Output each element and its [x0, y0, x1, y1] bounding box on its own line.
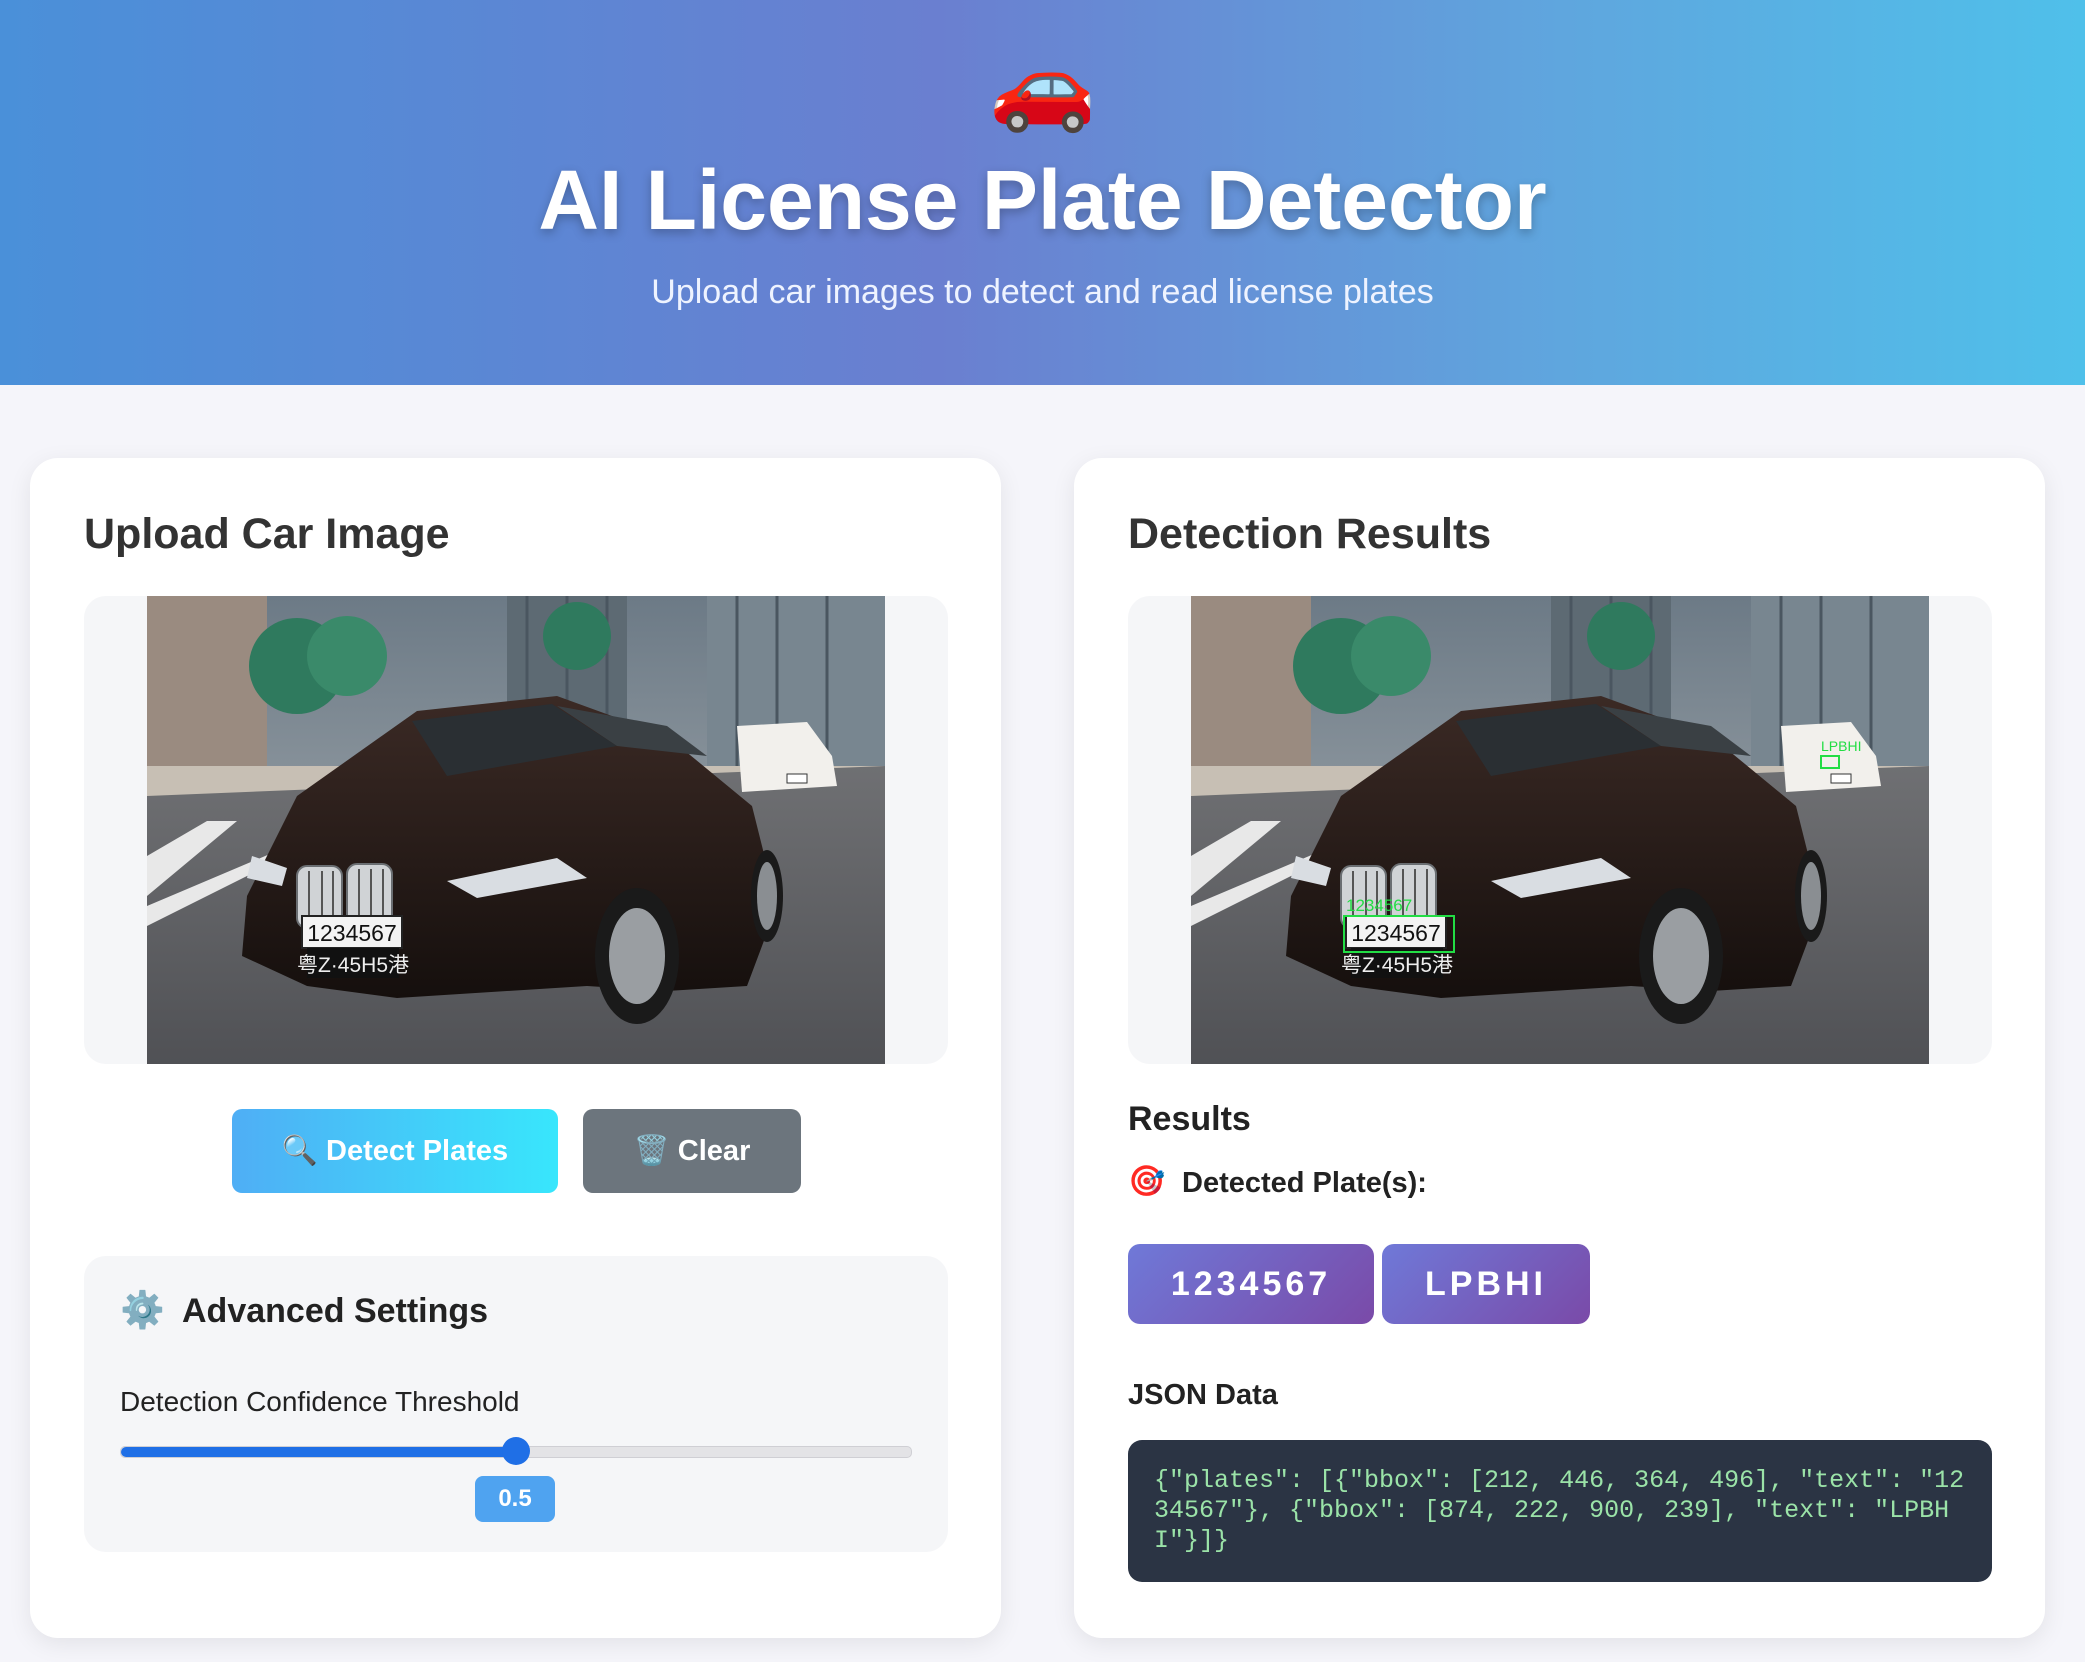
target-icon: 🎯	[1128, 1165, 1166, 1198]
slider-fill	[121, 1447, 516, 1457]
advanced-settings-panel: ⚙️ Advanced Settings Detection Confidenc…	[84, 1256, 948, 1552]
detected-plates-label: Detected Plate(s):	[1182, 1167, 1427, 1199]
json-data-title: JSON Data	[1128, 1379, 1278, 1411]
annotated-plate-sub-text: 粤Z·45H5港	[1341, 954, 1453, 977]
results-card-title: Detection Results	[1128, 510, 1492, 558]
gear-icon: ⚙️	[120, 1289, 165, 1330]
uploaded-car-image: 1234567 粤Z·45H5港	[147, 596, 885, 1064]
plate-main-text: 1234567	[307, 920, 397, 946]
detection-label-2: LPBHI	[1821, 738, 1861, 754]
confidence-threshold-label: Detection Confidence Threshold	[120, 1386, 520, 1417]
plate-main-sub-text: 粤Z·45H5港	[297, 954, 409, 977]
image-dropzone[interactable]: 1234567 粤Z·45H5港	[84, 596, 948, 1064]
upload-title: Upload Car Image	[84, 510, 450, 558]
upload-card: Upload Car Image 1234567 粤Z·45H5港 🔍 Dete…	[30, 458, 1001, 1638]
annotated-car-image: 1234567 粤Z·45H5港 1234567 LPBHI	[1191, 596, 1929, 1064]
page-subtitle: Upload car images to detect and read lic…	[651, 273, 1434, 311]
detection-label-1: 1234567	[1346, 896, 1412, 915]
annotated-image-container: 1234567 粤Z·45H5港 1234567 LPBHI	[1128, 596, 1992, 1064]
plate-badge-2: LPBHI	[1382, 1244, 1590, 1324]
slider-thumb[interactable]	[502, 1437, 530, 1465]
clear-button[interactable]: 🗑️ Clear	[583, 1109, 801, 1193]
app-header: 🚗 AI License Plate Detector Upload car i…	[0, 0, 2085, 385]
page-title: AI License Plate Detector	[538, 153, 1547, 247]
annotated-plate-main-text: 1234567	[1351, 920, 1441, 946]
threshold-value-badge: 0.5	[475, 1476, 555, 1522]
confidence-threshold-slider[interactable]	[120, 1437, 912, 1465]
results-section-title: Results	[1128, 1100, 1251, 1138]
car-icon: 🚗	[988, 38, 1097, 134]
advanced-settings-title[interactable]: Advanced Settings	[182, 1290, 488, 1332]
detect-plates-button[interactable]: 🔍 Detect Plates	[232, 1109, 558, 1193]
plate-badge-1: 1234567	[1128, 1244, 1374, 1324]
results-card: Detection Results 1234567 粤Z·45H5港 12345…	[1074, 458, 2045, 1638]
json-data-output: {"plates": [{"bbox": [212, 446, 364, 496…	[1128, 1440, 1992, 1582]
